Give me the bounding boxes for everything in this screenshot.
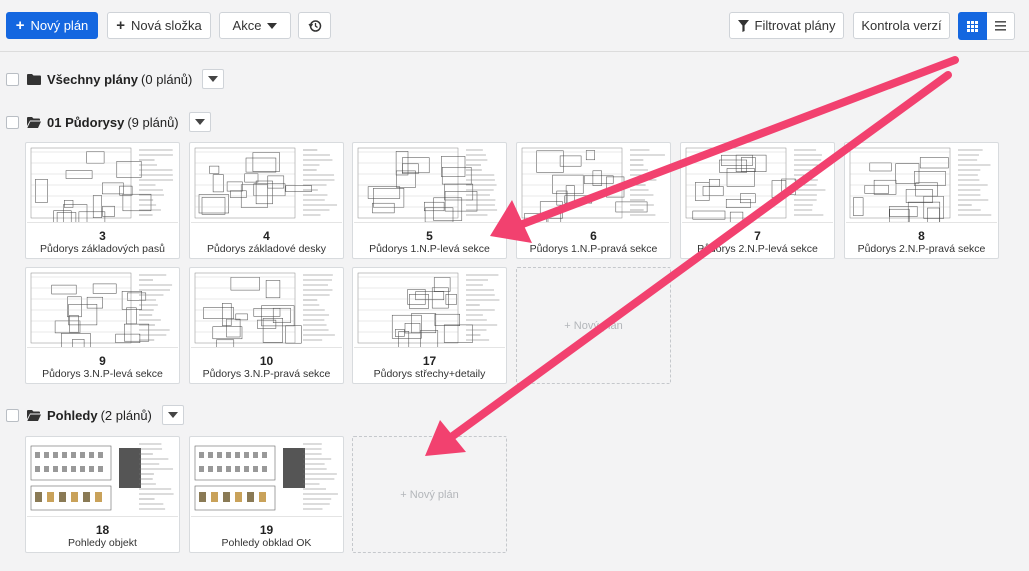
plan-card[interactable]: 17 Půdorys střechy+detaily (352, 267, 507, 384)
new-plan-card[interactable]: + Nový plán (352, 436, 507, 553)
plan-title: Půdorys střechy+detaily (373, 368, 486, 380)
group-count: (9 plánů) (127, 114, 179, 130)
plan-card[interactable]: 3 Půdorys základových pasů (25, 142, 180, 259)
new-plan-label: Nový plán (30, 18, 89, 33)
plan-thumbnail (518, 144, 669, 223)
group-pohledy: Pohledy (2 plánů) (6, 404, 184, 426)
plan-number: 17 (422, 354, 437, 368)
plan-card[interactable]: 8 Půdorys 2.N.P-pravá sekce (844, 142, 999, 259)
group-menu-button[interactable] (188, 112, 211, 132)
group-checkbox[interactable] (6, 408, 19, 422)
group-checkbox[interactable] (6, 115, 19, 129)
plan-title: Půdorys základové desky (206, 243, 327, 255)
plan-thumbnail (354, 144, 505, 223)
annotation-arrow (425, 71, 952, 456)
caret-down-icon (208, 76, 219, 82)
plan-number: 5 (426, 229, 433, 243)
plan-title: Půdorys základových pasů (40, 243, 165, 255)
group-all-plans: Všechny plány (0 plánů) (6, 68, 225, 90)
plus-icon: + (15, 17, 25, 34)
plan-card[interactable]: 19 Pohledy obklad OK (189, 436, 344, 553)
plan-number: 9 (99, 354, 106, 368)
plus-icon: + (116, 17, 125, 34)
plan-title: Půdorys 3.N.P-levá sekce (42, 368, 163, 380)
caret-down-icon (167, 412, 178, 418)
new-plan-card-label: + Nový plán (564, 319, 623, 332)
grid-view-button[interactable] (958, 12, 987, 40)
plan-title: Půdorys 1.N.P-levá sekce (369, 243, 490, 255)
plan-number: 8 (918, 229, 925, 243)
plan-card[interactable]: 10 Půdorys 3.N.P-pravá sekce (189, 267, 344, 384)
history-button[interactable] (298, 12, 331, 39)
group-name: 01 Půdorysy (47, 114, 125, 130)
plan-number: 7 (754, 229, 761, 243)
plan-card[interactable]: 9 Půdorys 3.N.P-levá sekce (25, 267, 180, 384)
plan-title: Půdorys 2.N.P-levá sekce (697, 243, 818, 255)
filter-plans-button[interactable]: Filtrovat plány (729, 12, 844, 39)
group-count: (0 plánů) (141, 71, 193, 87)
plan-thumbnail (27, 438, 178, 517)
list-view-button[interactable] (986, 12, 1015, 40)
filter-icon (737, 19, 749, 32)
new-folder-label: Nová složka (130, 18, 202, 33)
plan-number: 3 (99, 229, 106, 243)
group-name: Pohledy (47, 407, 98, 423)
plan-number: 18 (95, 523, 110, 537)
version-control-label: Kontrola verzí (861, 18, 942, 33)
folder-icon (27, 73, 41, 85)
new-plan-button[interactable]: + Nový plán (6, 12, 98, 39)
new-plan-card[interactable]: + Nový plán (516, 267, 671, 384)
plan-card[interactable]: 5 Půdorys 1.N.P-levá sekce (352, 142, 507, 259)
folder-open-icon (27, 409, 41, 421)
new-folder-button[interactable]: + Nová složka (107, 12, 211, 39)
group-name: Všechny plány (47, 71, 139, 87)
plan-thumbnail (682, 144, 833, 223)
history-icon (308, 19, 321, 32)
group-menu-button[interactable] (202, 69, 225, 89)
list-view-icon (994, 21, 1006, 31)
plan-title: Pohledy objekt (68, 537, 137, 549)
group-pudorysy: 01 Půdorysy (9 plánů) (6, 111, 211, 133)
toolbar: + Nový plán + Nová složka Akce Filtrovat… (0, 0, 1029, 52)
plan-title: Půdorys 2.N.P-pravá sekce (857, 243, 986, 255)
grid-view-icon (966, 20, 978, 32)
plan-title: Půdorys 1.N.P-pravá sekce (529, 243, 658, 255)
group-checkbox[interactable] (6, 72, 19, 86)
view-toggle (958, 12, 1015, 40)
plan-title: Pohledy obklad OK (221, 537, 312, 549)
plan-thumbnail (846, 144, 997, 223)
plan-card[interactable]: 18 Pohledy objekt (25, 436, 180, 553)
group-count: (2 plánů) (100, 407, 152, 423)
plan-title: Půdorys 3.N.P-pravá sekce (202, 368, 331, 380)
folder-open-icon (27, 116, 41, 128)
new-plan-card-label: + Nový plán (400, 488, 459, 501)
plan-thumbnail (354, 269, 505, 348)
plan-thumbnail (27, 269, 178, 348)
caret-down-icon (194, 119, 205, 125)
plan-card[interactable]: 6 Půdorys 1.N.P-pravá sekce (516, 142, 671, 259)
caret-down-icon (267, 22, 278, 29)
plan-number: 19 (259, 523, 274, 537)
plan-thumbnail (191, 144, 342, 223)
plan-thumbnail (27, 144, 178, 223)
plan-card[interactable]: 4 Půdorys základové desky (189, 142, 344, 259)
plan-thumbnail (191, 438, 342, 517)
plan-number: 4 (263, 229, 270, 243)
actions-dropdown[interactable]: Akce (219, 12, 291, 39)
group-menu-button[interactable] (161, 405, 184, 425)
plan-thumbnail (191, 269, 342, 348)
plan-number: 6 (590, 229, 597, 243)
filter-plans-label: Filtrovat plány (754, 18, 836, 33)
version-control-button[interactable]: Kontrola verzí (853, 12, 950, 39)
plan-card[interactable]: 7 Půdorys 2.N.P-levá sekce (680, 142, 835, 259)
actions-label: Akce (232, 18, 262, 33)
plan-number: 10 (259, 354, 274, 368)
